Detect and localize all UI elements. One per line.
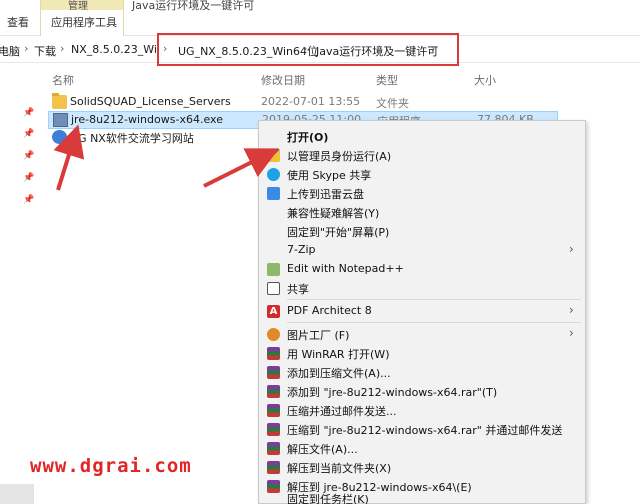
menu-item-label: 以管理员身份运行(A)	[287, 150, 392, 163]
breadcrumb-separator-icon[interactable]: ›	[24, 42, 28, 55]
notepad-icon	[267, 263, 280, 276]
menu-item-compress-email[interactable]: 压缩并通过邮件发送...	[259, 400, 585, 420]
menu-item-label: 共享	[287, 283, 309, 296]
tab-application-tools[interactable]: 应用程序工具	[40, 10, 124, 36]
menu-item-label: 添加到压缩文件(A)...	[287, 367, 391, 380]
menu-item-label: 用 WinRAR 打开(W)	[287, 348, 390, 361]
watermark: www.dgrai.com	[30, 455, 192, 477]
picture-factory-icon	[267, 328, 280, 341]
context-menu: 打开(O) 以管理员身份运行(A) 使用 Skype 共享 上传到迅雷云盘 兼容…	[258, 120, 586, 504]
breadcrumb-computer[interactable]: 电脑	[0, 43, 20, 59]
nav-selected-item[interactable]	[0, 484, 34, 504]
file-name: SolidSQUAD_License_Servers	[70, 95, 231, 108]
exe-icon	[53, 113, 68, 127]
pin-icon: 📌	[23, 108, 35, 118]
menu-item-label: 解压到当前文件夹(X)	[287, 462, 392, 475]
file-name: jre-8u212-windows-x64.exe	[71, 113, 223, 126]
menu-item-label: 压缩到 "jre-8u212-windows-x64.rar" 并通过邮件发送	[287, 424, 563, 437]
skype-icon	[267, 168, 280, 181]
menu-item-pdf-architect[interactable]: A PDF Architect 8 ›	[259, 301, 585, 321]
menu-item-7zip[interactable]: 7-Zip ›	[259, 240, 585, 260]
file-name: UG NX软件交流学习网站	[70, 132, 194, 145]
submenu-arrow-icon: ›	[569, 242, 574, 256]
pin-icon: 📌	[23, 173, 35, 183]
menu-item-label: PDF Architect 8	[287, 304, 372, 317]
menu-item-label: 压缩并通过邮件发送...	[287, 405, 397, 418]
column-header-size[interactable]: 大小	[474, 72, 496, 88]
menu-item-label: 使用 Skype 共享	[287, 169, 372, 182]
menu-item-add-archive[interactable]: 添加到压缩文件(A)...	[259, 362, 585, 382]
window-title: Java运行环境及一键许可	[132, 0, 255, 12]
cloud-icon	[267, 187, 280, 200]
winrar-icon	[267, 461, 280, 474]
menu-item-picture-factory[interactable]: 图片工厂 (F) ›	[259, 324, 585, 344]
winrar-icon	[267, 423, 280, 436]
menu-item-extract-files[interactable]: 解压文件(A)...	[259, 438, 585, 458]
menu-item-skype-share[interactable]: 使用 Skype 共享	[259, 164, 585, 184]
menu-item-label: 固定到"开始"屏幕(P)	[287, 226, 390, 239]
file-type: 文件夹	[376, 97, 409, 110]
pdf-icon: A	[267, 305, 280, 318]
submenu-arrow-icon: ›	[569, 303, 574, 317]
menu-separator	[287, 299, 581, 300]
menu-item-label: 上传到迅雷云盘	[287, 188, 364, 201]
menu-item-add-to-rar[interactable]: 添加到 "jre-8u212-windows-x64.rar"(T)	[259, 381, 585, 401]
menu-separator	[287, 322, 581, 323]
file-row[interactable]: SolidSQUAD_License_Servers 2022-07-01 13…	[48, 93, 558, 112]
menu-item-label: 解压文件(A)...	[287, 443, 358, 456]
folder-icon	[52, 93, 67, 109]
winrar-icon	[267, 366, 280, 379]
winrar-icon	[267, 347, 280, 360]
menu-item-label: 7-Zip	[287, 243, 316, 256]
menu-item-label: 固定到任务栏(K)	[287, 493, 369, 504]
menu-item-label: Edit with Notepad++	[287, 262, 404, 275]
menu-item-extract-here[interactable]: 解压到当前文件夹(X)	[259, 457, 585, 477]
menu-item-label: 打开(O)	[287, 131, 329, 144]
column-header-type[interactable]: 类型	[376, 72, 398, 88]
ribbon: 管理 查看 应用程序工具 Java运行环境及一键许可	[0, 0, 640, 36]
winrar-icon	[267, 385, 280, 398]
menu-item-upload-cloud[interactable]: 上传到迅雷云盘	[259, 183, 585, 203]
menu-item-pin-start[interactable]: 固定到"开始"屏幕(P)	[259, 221, 585, 241]
share-icon	[267, 282, 280, 295]
menu-item-winrar-open[interactable]: 用 WinRAR 打开(W)	[259, 343, 585, 363]
menu-item-label: 兼容性疑难解答(Y)	[287, 207, 380, 220]
menu-item-label: 添加到 "jre-8u212-windows-x64.rar"(T)	[287, 386, 498, 399]
column-header-name[interactable]: 名称	[52, 72, 74, 88]
menu-item-open[interactable]: 打开(O)	[259, 126, 585, 146]
submenu-arrow-icon: ›	[569, 326, 574, 340]
menu-item-compat-troubleshoot[interactable]: 兼容性疑难解答(Y)	[259, 202, 585, 222]
web-link-icon	[52, 130, 67, 144]
pin-icon: 📌	[23, 195, 35, 205]
menu-item-notepad[interactable]: Edit with Notepad++	[259, 259, 585, 279]
winrar-icon	[267, 404, 280, 417]
breadcrumb-downloads[interactable]: 下载	[34, 43, 56, 59]
winrar-icon	[267, 442, 280, 455]
menu-item-run-as-admin[interactable]: 以管理员身份运行(A)	[259, 145, 585, 165]
column-header-modified[interactable]: 修改日期	[261, 72, 305, 88]
menu-item-label: 图片工厂 (F)	[287, 329, 350, 342]
pin-icon: 📌	[23, 129, 35, 139]
navigation-pane: 📌 📌 📌 📌 📌	[0, 64, 46, 504]
pin-icon: 📌	[23, 151, 35, 161]
file-date: 2022-07-01 13:55	[261, 95, 361, 108]
breadcrumb-separator-icon[interactable]: ›	[60, 42, 64, 55]
menu-item-pin-taskbar[interactable]: 固定到任务栏(K)	[259, 488, 585, 504]
tab-application-tools-label: 应用程序工具	[51, 16, 117, 29]
menu-item-share[interactable]: 共享	[259, 278, 585, 298]
menu-item-compress-rar-email[interactable]: 压缩到 "jre-8u212-windows-x64.rar" 并通过邮件发送	[259, 419, 585, 439]
shield-icon	[267, 149, 280, 162]
tab-view[interactable]: 查看	[7, 14, 29, 30]
breadcrumb-nx-folder[interactable]: NX_8.5.0.23_Win64	[71, 43, 157, 56]
breadcrumb-highlight-box	[157, 33, 459, 66]
